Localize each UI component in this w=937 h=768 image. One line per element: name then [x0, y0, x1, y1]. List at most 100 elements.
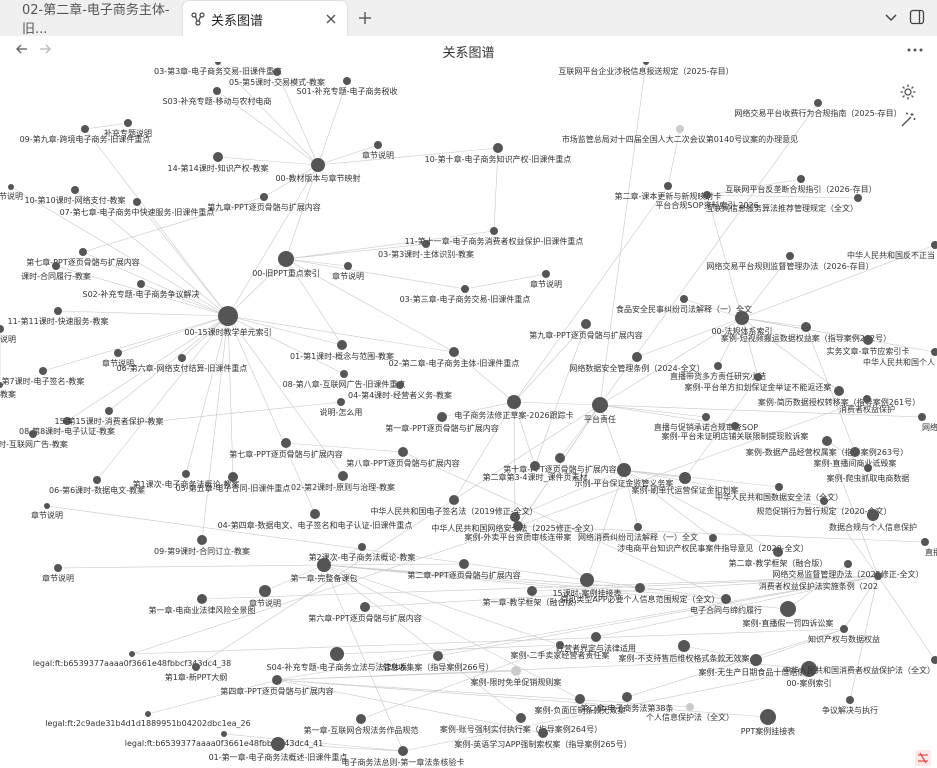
graph-node-dot[interactable]	[513, 521, 523, 531]
graph-node-dot[interactable]	[29, 430, 37, 438]
graph-node-dot[interactable]	[178, 354, 186, 362]
graph-node[interactable]: 食品安全民事纠纷司法解释（一）全文	[616, 295, 752, 314]
graph-node-dot[interactable]	[272, 675, 282, 685]
graph-node[interactable]: 第7课时-电子签名-教案	[2, 367, 85, 386]
graph-node-dot[interactable]	[676, 125, 684, 133]
broken-image-icon[interactable]	[914, 749, 932, 767]
graph-node-dot[interactable]	[591, 632, 601, 642]
graph-node-dot[interactable]	[580, 573, 594, 587]
graph-node[interactable]: 00-教材版本与章节映射	[275, 158, 361, 183]
graph-node-dot[interactable]	[337, 340, 347, 350]
graph-node-dot[interactable]	[797, 175, 805, 183]
graph-node-dot[interactable]	[679, 472, 691, 484]
wand-icon[interactable]	[899, 111, 917, 129]
graph-node-dot[interactable]	[703, 191, 711, 199]
graph-node-dot[interactable]	[213, 87, 221, 95]
graph-node[interactable]: 06-第六章-网络支付结算-旧课件重点	[117, 354, 248, 373]
graph-node[interactable]: 第二章-电子商务法第38条	[580, 692, 674, 713]
graph-node-dot[interactable]	[874, 572, 882, 580]
graph-node-dot[interactable]	[664, 182, 672, 190]
gear-icon[interactable]	[899, 83, 917, 101]
graph-node-dot[interactable]	[197, 594, 207, 604]
graph-node-dot[interactable]	[192, 663, 200, 671]
graph-node-dot[interactable]	[8, 184, 14, 190]
graph-node-dot[interactable]	[422, 240, 430, 248]
graph-node-dot[interactable]	[680, 295, 688, 303]
graph-node-dot[interactable]	[867, 509, 879, 521]
tab-relationship-graph[interactable]: 关系图谱	[182, 0, 348, 37]
graph-node-dot[interactable]	[931, 656, 937, 664]
graph-node-dot[interactable]	[617, 463, 631, 477]
graph-node[interactable]: 00-15课时教学单元索引	[184, 306, 272, 337]
graph-node-dot[interactable]	[137, 280, 145, 288]
graph-node-dot[interactable]	[54, 307, 62, 315]
graph-node-dot[interactable]	[622, 692, 632, 702]
graph-node-dot[interactable]	[863, 395, 871, 403]
graph-node[interactable]: 08-第八章-互联网广告-旧课件重点	[283, 370, 406, 389]
graph-node-dot[interactable]	[360, 602, 370, 612]
graph-node-dot[interactable]	[575, 694, 585, 704]
graph-node[interactable]: 第九章-PPT逐页骨骼与扩展内容	[529, 319, 643, 340]
graph-node-dot[interactable]	[449, 495, 459, 505]
graph-node-dot[interactable]	[330, 647, 344, 661]
graph-node-dot[interactable]	[555, 453, 565, 463]
graph-node-dot[interactable]	[433, 651, 443, 661]
graph-node[interactable]: 06-第6课时-数据电文-教案	[49, 476, 145, 495]
graph-node-dot[interactable]	[273, 68, 281, 76]
graph-node-dot[interactable]	[721, 594, 731, 604]
graph-node[interactable]: 信息收集案（指导案例266号）	[382, 651, 494, 672]
graph-node-dot[interactable]	[317, 558, 331, 572]
graph-node[interactable]: 第一章-电商业法律风险全景图	[149, 594, 256, 615]
graph-node[interactable]: 第二章-PPT逐页骨骼与扩展内容	[407, 559, 521, 580]
graph-node[interactable]: 互联网平台反垄断合规指引（2026-存目）	[725, 175, 877, 194]
graph-node-dot[interactable]	[931, 241, 937, 249]
graph-node-dot[interactable]	[634, 523, 642, 531]
graph-node-dot[interactable]	[844, 560, 852, 568]
graph-node-dot[interactable]	[228, 472, 238, 482]
graph-node-dot[interactable]	[702, 413, 710, 421]
graph-node[interactable]: 中华人民共和国反不正当	[847, 241, 937, 260]
graph-node-dot[interactable]	[635, 583, 645, 593]
graph-node-dot[interactable]	[863, 335, 873, 345]
graph-node[interactable]: 案例-账号强制实付执行案（指导案例264号）	[440, 713, 602, 734]
graph-node-dot[interactable]	[678, 640, 690, 652]
graph-node-dot[interactable]	[260, 193, 268, 201]
close-icon[interactable]	[323, 11, 339, 27]
plus-icon[interactable]	[356, 9, 374, 27]
graph-node-dot[interactable]	[114, 349, 122, 357]
graph-node-dot[interactable]	[182, 470, 190, 478]
graph-node-dot[interactable]	[278, 251, 294, 267]
graph-node-dot[interactable]	[750, 654, 762, 666]
graph-node[interactable]: 章节说明	[530, 270, 562, 289]
graph-node[interactable]: 案例-不支持售后维权格式条款无效案	[619, 640, 750, 663]
graph-node[interactable]: legal:ft:b6539377aaaa0f3661e48fbbcf343dc…	[33, 651, 231, 668]
graph-node[interactable]: 章节说明	[42, 564, 74, 583]
graph-node-dot[interactable]	[449, 347, 459, 357]
graph-node-dot[interactable]	[786, 252, 794, 260]
graph-node-dot[interactable]	[556, 641, 564, 649]
graph-node-dot[interactable]	[760, 709, 776, 725]
graph-node[interactable]: 第七章-PPT逐页骨骼与扩展内容	[26, 248, 140, 267]
graph-node-dot[interactable]	[775, 483, 783, 491]
graph-node-dot[interactable]	[356, 714, 366, 724]
graph-node-dot[interactable]	[398, 746, 408, 756]
graph-node-dot[interactable]	[814, 99, 822, 107]
graph-node[interactable]: 第一章-互联网合规法务作品规范	[304, 714, 419, 735]
graph-node-dot[interactable]	[71, 186, 79, 194]
graph-node-dot[interactable]	[259, 585, 271, 597]
graph-node-dot[interactable]	[221, 731, 227, 737]
graph-node[interactable]: 第六章-PPT逐页骨骼与扩展内容	[308, 602, 422, 623]
graph-node[interactable]: 说明-怎么用	[320, 398, 363, 417]
graph-node-dot[interactable]	[686, 703, 694, 711]
graph-node[interactable]: 章节说明	[31, 503, 63, 520]
graph-node[interactable]: 中华人民共和国消费者权益保护法（全文）	[783, 656, 937, 675]
graph-node-dot[interactable]	[507, 395, 521, 409]
graph-node-dot[interactable]	[490, 227, 498, 235]
graph-node-dot[interactable]	[54, 564, 62, 572]
graph-node-dot[interactable]	[516, 713, 526, 723]
graph-node[interactable]: 10-第10课时-网络支付-教案	[24, 186, 126, 205]
graph-node[interactable]: legal:ft:2c9ade31b4d1d1889951b04202dbc1e…	[45, 711, 251, 728]
graph-node[interactable]: 网络反不正当竞	[918, 413, 937, 432]
graph-node-dot[interactable]	[218, 306, 238, 326]
graph-node[interactable]: PPT案例挂接表	[741, 709, 796, 736]
